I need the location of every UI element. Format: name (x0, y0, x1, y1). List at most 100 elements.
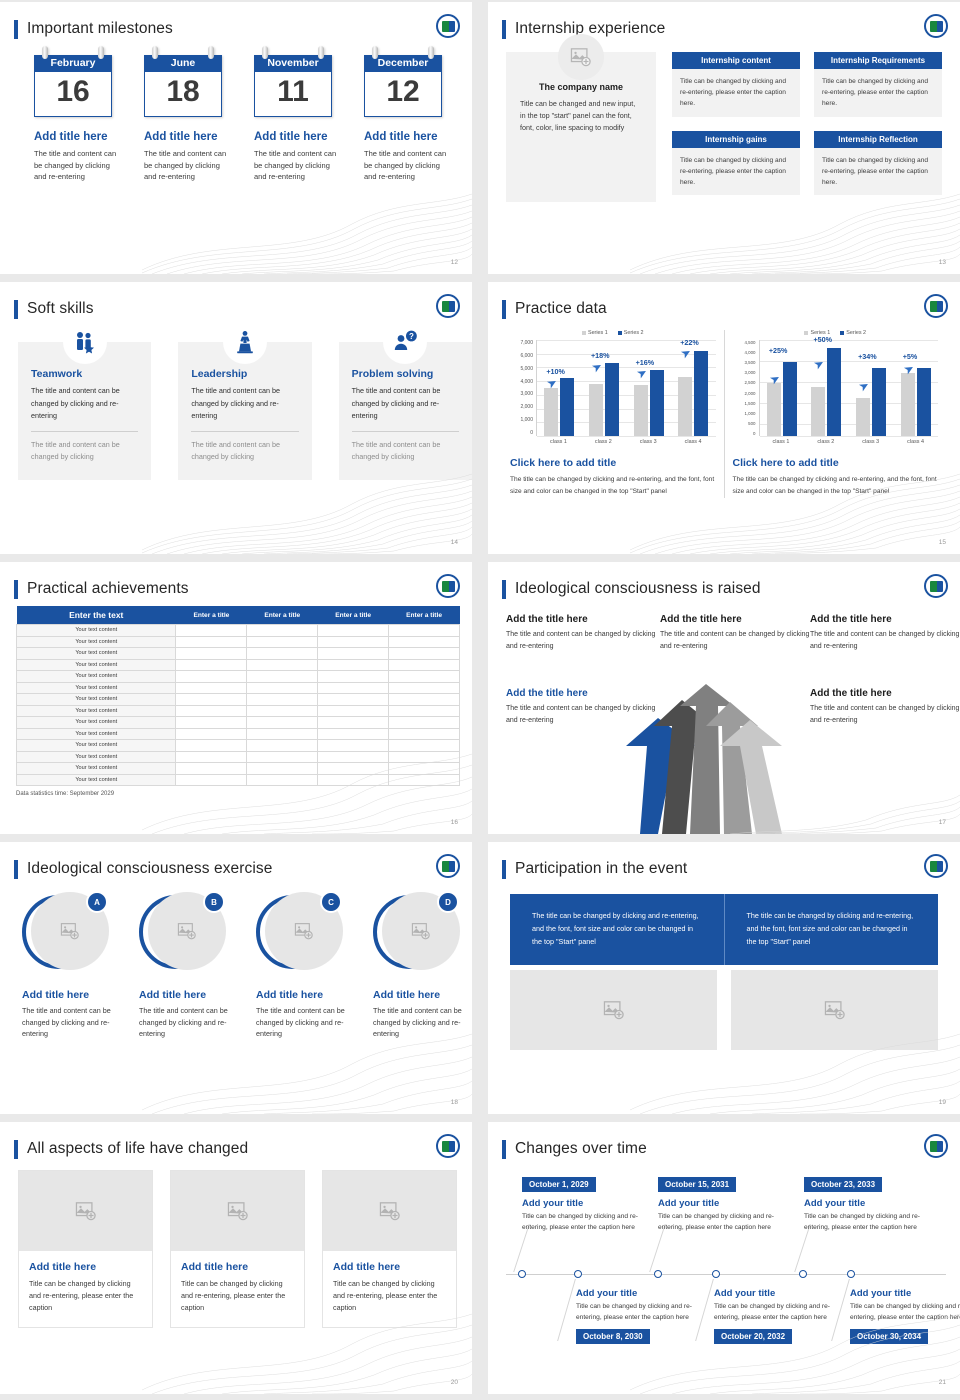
table-row[interactable]: Your text content (15, 716, 460, 729)
ideo-item[interactable]: Add the title here The title and content… (506, 614, 656, 654)
table-row[interactable]: Your text content (15, 670, 460, 683)
image-placeholder-icon[interactable] (510, 969, 717, 1050)
milestone-item[interactable]: December 12 Add title here The title and… (364, 46, 452, 183)
circle-item[interactable]: B Add title here The title and content can… (139, 891, 234, 1040)
image-placeholder-icon[interactable] (731, 969, 938, 1050)
image-placeholder-icon[interactable] (323, 1171, 456, 1251)
table-cell (317, 762, 390, 775)
achievements-table[interactable]: Enter the text Enter a title Enter a tit… (15, 606, 460, 786)
skill-card-leadership[interactable]: Leadership The title and content can be … (178, 320, 312, 480)
internship-box-header: Internship Reflection (814, 130, 942, 148)
brand-logo-icon (924, 294, 948, 318)
internship-box[interactable]: Internship content Title can be changed … (672, 52, 800, 124)
table-row[interactable]: Your text content (15, 773, 460, 786)
timeline-item-bottom[interactable]: Add your title Title can be changed by c… (714, 1288, 832, 1344)
table-row[interactable]: Your text content (15, 727, 460, 740)
table-row[interactable]: Your text content (15, 624, 460, 637)
milestone-item[interactable]: November 11 Add title here The title and… (254, 46, 342, 183)
card-title: Add title here (29, 1261, 97, 1273)
table-row[interactable]: Your text content (15, 658, 460, 671)
skill-card-problem-solving[interactable]: ? Problem solving The title and content … (338, 320, 472, 480)
ideo-item[interactable]: Add the title here The title and content… (660, 614, 810, 654)
milestone-title: Add title here (254, 131, 328, 143)
table-cell (388, 635, 460, 648)
table-cell (317, 693, 390, 706)
slide-ideological-consciousness-raised[interactable]: Ideological consciousness is raised Add … (488, 562, 960, 834)
chart-desc: The title can be changed by clicking and… (732, 476, 937, 496)
page-title: Ideological consciousness exercise (27, 860, 273, 877)
slide-soft-skills[interactable]: Soft skills Teamwork The title and conte… (0, 282, 472, 554)
circle-item[interactable]: C Add title here The title and content can… (256, 891, 351, 1040)
ideo-title: Add the title here (810, 688, 892, 699)
info-card[interactable]: Add title here Title can be changed by cl… (170, 1170, 305, 1328)
ideo-desc: The title and content can be changed by … (660, 631, 810, 651)
timeline-item-bottom[interactable]: Add your title Title can be changed by c… (850, 1288, 960, 1344)
skill-desc-secondary: The title and content can be changed by … (191, 439, 281, 462)
table-row[interactable]: Your text content (15, 704, 460, 717)
ideo-item[interactable]: Add the title here The title and content… (506, 688, 656, 728)
slide-practical-achievements[interactable]: Practical achievements Enter the text En… (0, 562, 472, 834)
participation-text-banner[interactable]: The title can be changed by clicking and… (510, 894, 938, 965)
table-row[interactable]: Your text content (15, 739, 460, 752)
image-placeholder-icon[interactable] (19, 1171, 152, 1251)
slide-important-milestones[interactable]: Important milestones February 16 Add tit… (0, 2, 472, 274)
timeline-date: October 30, 2034 (850, 1328, 929, 1344)
timeline-item-bottom[interactable]: Add your title Title can be changed by c… (576, 1288, 694, 1344)
table-row[interactable]: Your text content (15, 750, 460, 763)
info-card[interactable]: Add title here Title can be changed by cl… (322, 1170, 457, 1328)
timeline: October 1, 2029 Add your title Title can… (488, 1166, 960, 1378)
internship-box[interactable]: Internship Reflection Title can be chang… (814, 130, 942, 203)
company-desc: Title can be changed and new input, in t… (520, 99, 636, 132)
timeline-item-top[interactable]: October 23, 2033 Add your title Title ca… (804, 1174, 922, 1234)
milestone-title: Add title here (34, 131, 108, 143)
timeline-item-top[interactable]: October 1, 2029 Add your title Title can… (522, 1174, 640, 1234)
ideo-item[interactable]: Add the title here The title and content… (810, 688, 960, 728)
page-title: Practice data (515, 300, 607, 317)
chart-pane-right[interactable]: Series 1 Series 2 4,500 4,000 3,500 3,000 … (723, 330, 947, 499)
table-cell (246, 693, 319, 706)
timeline-desc: Title can be changed by clicking and re-… (850, 1303, 960, 1321)
page-number: 20 (450, 1379, 458, 1386)
timeline-item-top[interactable]: October 15, 2031 Add your title Title ca… (658, 1174, 776, 1234)
image-placeholder-icon[interactable] (171, 1171, 304, 1251)
table-row[interactable]: Your text content (15, 762, 460, 775)
circle-title: Add title here (22, 989, 90, 1001)
skill-card-teamwork[interactable]: Teamwork The title and content can be ch… (18, 320, 152, 480)
page-title: Ideological consciousness is raised (515, 580, 761, 597)
slide-all-aspects-of-life[interactable]: All aspects of life have changed Add tit… (0, 1122, 472, 1394)
timeline-title: Add your title (804, 1198, 866, 1209)
table-row[interactable]: Your text content (15, 681, 460, 694)
table-cell (317, 739, 390, 752)
chart-desc: The title can be changed by clicking and… (510, 476, 715, 496)
ideo-item[interactable]: Add the title here The title and content… (810, 614, 960, 654)
slide-practice-data[interactable]: Practice data Series 1 Series 2 7,000 6,0… (488, 282, 960, 554)
table-cell (175, 693, 248, 706)
team-people-star-icon (62, 320, 107, 364)
slide-internship-experience[interactable]: Internship experience The company name T… (488, 2, 960, 274)
internship-box[interactable]: Internship Requirements Title can be cha… (814, 52, 942, 124)
internship-box[interactable]: Internship gains Title can be changed by… (672, 130, 800, 203)
circle-item[interactable]: D Add title here The title and content can… (373, 891, 468, 1040)
chart-pane-left[interactable]: Series 1 Series 2 7,000 6,000 5,000 4,000 … (502, 330, 724, 498)
table-cell (175, 727, 248, 740)
info-card[interactable]: Add title here Title can be changed by cl… (18, 1170, 153, 1328)
table-row[interactable]: Your text content (15, 635, 460, 648)
brand-logo-icon (924, 854, 948, 878)
table-cell (388, 647, 460, 660)
slide-ideological-consciousness-exercise[interactable]: Ideological consciousness exercise A Add … (0, 842, 472, 1114)
table-cell (388, 762, 460, 775)
table-row[interactable]: Your text content (15, 647, 460, 660)
milestone-item[interactable]: February 16 Add title here The title and… (34, 46, 122, 183)
circle-desc: The title and content can be changed by … (373, 1006, 462, 1039)
milestone-desc: The title and content can be changed by … (364, 149, 447, 182)
table-cell (246, 773, 319, 786)
milestone-item[interactable]: June 18 Add title here The title and con… (144, 46, 232, 183)
slide-participation-in-event[interactable]: Participation in the event The title can… (488, 842, 960, 1114)
brand-logo-icon (924, 574, 948, 598)
image-placeholder-icon[interactable] (558, 34, 604, 80)
circle-item[interactable]: A Add title here The title and content can… (22, 891, 117, 1040)
slide-changes-over-time[interactable]: Changes over time October 1, 2029 Add yo… (488, 1122, 960, 1394)
title-accent-bar (14, 579, 18, 599)
table-row[interactable]: Your text content (15, 693, 460, 706)
company-card[interactable]: The company name Title can be changed an… (506, 34, 656, 202)
